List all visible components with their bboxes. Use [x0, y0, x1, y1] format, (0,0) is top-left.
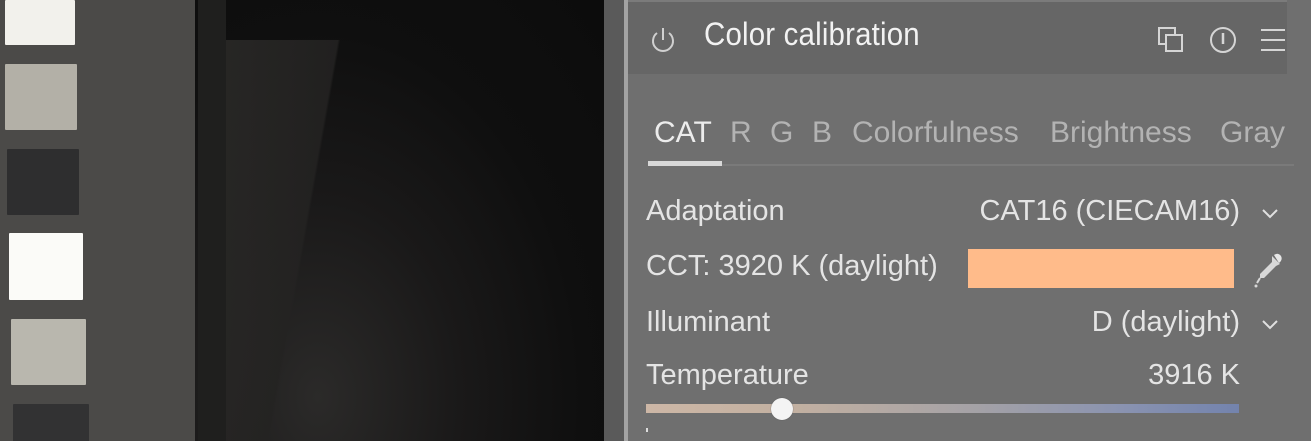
multi-instance-icon[interactable]	[1156, 25, 1186, 55]
tab-brightness[interactable]: Brightness	[1050, 116, 1192, 150]
cct-label: CCT: 3920 K (daylight)	[646, 250, 938, 282]
tab-bar-line	[722, 164, 1294, 166]
chart-patch	[7, 149, 79, 215]
adaptation-value[interactable]: CAT16 (CIECAM16)	[979, 195, 1240, 228]
temperature-value[interactable]: 3916 K	[1148, 359, 1240, 392]
module-title: Color calibration	[704, 16, 920, 52]
tab-r[interactable]: R	[730, 116, 752, 150]
chart-patch	[11, 319, 86, 385]
adaptation-label: Adaptation	[646, 195, 785, 227]
temperature-slider-track[interactable]	[646, 404, 1239, 413]
temperature-label: Temperature	[646, 359, 809, 391]
chart-edge	[198, 0, 226, 441]
presets-menu-icon[interactable]	[1258, 25, 1288, 55]
panel-divider[interactable]	[604, 0, 624, 441]
chevron-down-icon[interactable]	[1260, 207, 1280, 221]
color-chart-strip	[0, 0, 195, 441]
tab-gray[interactable]: Gray	[1220, 116, 1285, 150]
fabric-highlight	[200, 40, 380, 441]
cct-color-swatch	[968, 249, 1234, 288]
image-preview	[0, 0, 604, 441]
slider-tick	[646, 428, 648, 432]
tab-g[interactable]: G	[770, 116, 793, 150]
illuminant-value[interactable]: D (daylight)	[1092, 306, 1240, 339]
tab-b[interactable]: B	[812, 116, 832, 150]
module-header[interactable]: Color calibration	[628, 0, 1287, 74]
chart-patch	[9, 233, 83, 300]
tab-cat[interactable]: CAT	[654, 116, 712, 150]
chart-patch	[5, 0, 75, 45]
active-tab-indicator	[648, 161, 722, 166]
illuminant-label: Illuminant	[646, 306, 771, 338]
chart-patch	[5, 64, 77, 130]
chart-patch	[13, 404, 89, 441]
color-picker-icon[interactable]	[1252, 252, 1284, 288]
power-icon[interactable]	[648, 25, 678, 55]
reset-icon[interactable]	[1208, 25, 1238, 55]
color-calibration-module: Color calibration CAT R G B Colorfulness…	[628, 0, 1311, 441]
temperature-slider-thumb[interactable]	[771, 398, 794, 420]
chevron-down-icon[interactable]	[1260, 318, 1280, 332]
tab-colorfulness[interactable]: Colorfulness	[852, 116, 1019, 150]
tab-bar: CAT R G B Colorfulness Brightness Gray	[648, 112, 1294, 166]
